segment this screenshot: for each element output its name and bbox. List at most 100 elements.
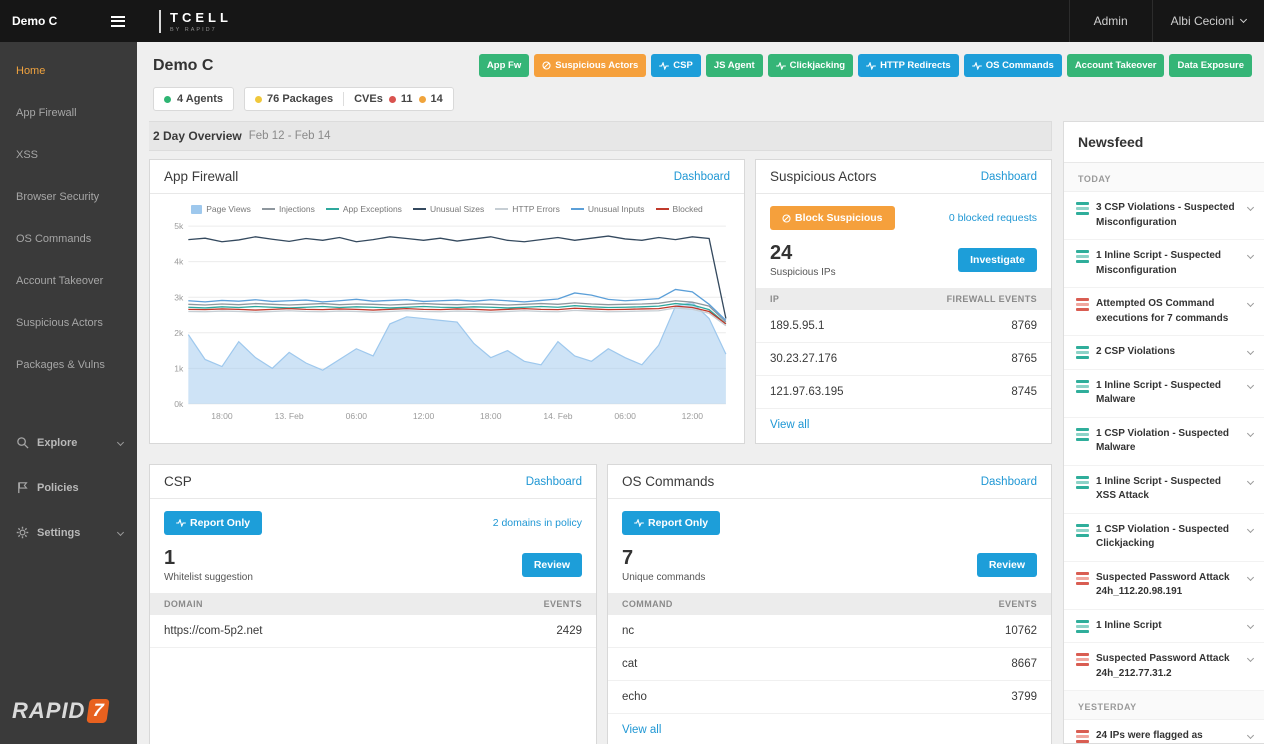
js-agent-button[interactable]: JS Agent [706,54,763,77]
table-row[interactable]: 121.97.63.1958745 [756,376,1051,409]
chevron-down-icon[interactable] [1247,525,1254,532]
chevron-down-icon[interactable] [1247,429,1254,436]
block-suspicious-button[interactable]: Block Suspicious [770,206,895,230]
newsfeed-item[interactable]: 1 Inline Script - Suspected Malware [1064,370,1264,418]
legend-item-unusual-sizes[interactable]: Unusual Sizes [413,204,484,214]
clickjacking-button[interactable]: Clickjacking [768,54,853,77]
unique-commands-count: 7 [622,547,705,570]
account-takeover-button[interactable]: Account Takeover [1067,54,1165,77]
chevron-down-icon[interactable] [1247,573,1254,580]
svg-text:06:00: 06:00 [614,411,636,421]
view-all-link[interactable]: View all [756,409,1051,441]
chevron-down-icon[interactable] [1247,300,1254,307]
event-icon [1076,730,1089,743]
chevron-down-icon[interactable] [1247,252,1254,259]
table-row[interactable]: cat8667 [608,648,1051,681]
newsfeed-item[interactable]: 1 CSP Violation - Suspected Clickjacking [1064,514,1264,562]
os-commands-card: OS Commands Dashboard Report Only 7 [607,464,1052,744]
suspicious-ips-count: 24 [770,242,836,265]
newsfeed-item[interactable]: 1 Inline Script - Suspected XSS Attack [1064,466,1264,514]
sidebar-item-browser-security[interactable]: Browser Security [0,176,137,218]
sidebar-item-packages-vulns[interactable]: Packages & Vulns [0,344,137,386]
legend-item-injections[interactable]: Injections [262,204,315,214]
legend-item-app-exceptions[interactable]: App Exceptions [326,204,402,214]
svg-text:18:00: 18:00 [480,411,502,421]
sidebar-item-home[interactable]: Home [0,50,137,92]
newsfeed-item[interactable]: Suspected Password Attack 24h_112.20.98.… [1064,562,1264,610]
table-row[interactable]: nc10762 [608,615,1051,648]
user-menu[interactable]: Albi Cecioni [1152,0,1264,42]
chevron-down-icon[interactable] [1247,655,1254,662]
app-fw-button[interactable]: App Fw [479,54,529,77]
newsfeed-item[interactable]: 1 CSP Violation - Suspected Malware [1064,418,1264,466]
report-only-button[interactable]: Report Only [622,511,720,535]
sidebar-item-account-takeover[interactable]: Account Takeover [0,260,137,302]
blocked-requests-link[interactable]: 0 blocked requests [949,212,1037,224]
pulse-icon [866,62,876,70]
agents-chip[interactable]: 4 Agents [153,87,234,111]
status-chips: 4 Agents 76 Packages CVEs 11 14 [137,85,1264,121]
sidebar-item-app-firewall[interactable]: App Firewall [0,92,137,134]
data-exposure-button[interactable]: Data Exposure [1169,54,1252,77]
event-icon [1076,202,1089,215]
investigate-button[interactable]: Investigate [958,248,1037,272]
report-only-button[interactable]: Report Only [164,511,262,535]
legend-item-http-errors[interactable]: HTTP Errors [495,204,560,214]
chevron-down-icon [117,529,124,536]
newsfeed-item[interactable]: 2 CSP Violations [1064,336,1264,370]
card-title: Suspicious Actors [770,169,877,184]
newsfeed-item[interactable]: Attempted OS Command executions for 7 co… [1064,288,1264,336]
table-row[interactable]: 30.23.27.1768765 [756,343,1051,376]
dashboard-link[interactable]: Dashboard [526,476,582,488]
chevron-down-icon [1240,16,1247,23]
review-button[interactable]: Review [977,553,1037,577]
newsfeed-item[interactable]: Suspected Password Attack 24h_212.77.31.… [1064,643,1264,691]
http-redirects-button[interactable]: HTTP Redirects [858,54,959,77]
chevron-down-icon[interactable] [1247,621,1254,628]
newsfeed-item[interactable]: 24 IPs were flagged as suspicious [1064,720,1264,743]
svg-text:12:00: 12:00 [413,411,435,421]
chevron-down-icon[interactable] [1247,477,1254,484]
table-row[interactable]: 189.5.95.18769 [756,310,1051,343]
chevron-down-icon[interactable] [1247,732,1254,739]
sidebar-item-explore[interactable]: Explore [0,420,137,465]
newsfeed-item[interactable]: 1 Inline Script - Suspected Misconfigura… [1064,240,1264,288]
svg-text:18:00: 18:00 [211,411,233,421]
page-title: Demo C [153,57,213,75]
menu-icon[interactable] [111,13,125,29]
whitelist-count: 1 [164,547,253,570]
sidebar-item-settings[interactable]: Settings [0,510,137,555]
chevron-down-icon[interactable] [1247,381,1254,388]
chevron-down-icon[interactable] [1247,348,1254,355]
divider [343,92,344,106]
table-row[interactable]: echo3799 [608,681,1051,714]
block-icon [542,61,551,70]
admin-link[interactable]: Admin [1069,0,1152,42]
event-icon [1076,476,1089,489]
newsfeed-item[interactable]: 3 CSP Violations - Suspected Misconfigur… [1064,192,1264,240]
chevron-down-icon[interactable] [1247,204,1254,211]
view-all-link[interactable]: View all [608,714,1051,744]
newsfeed-item[interactable]: 1 Inline Script [1064,610,1264,644]
sidebar-item-os-commands[interactable]: OS Commands [0,218,137,260]
review-button[interactable]: Review [522,553,582,577]
dashboard-link[interactable]: Dashboard [981,476,1037,488]
dashboard-link[interactable]: Dashboard [981,171,1037,183]
yellow-dot-icon [255,96,262,103]
domains-in-policy-link[interactable]: 2 domains in policy [493,517,582,529]
csp-button[interactable]: CSP [651,54,701,77]
cve-critical-count: 11 [401,93,413,105]
dashboard-link[interactable]: Dashboard [674,171,730,183]
legend-item-blocked[interactable]: Blocked [656,204,703,214]
suspicious-actors-button[interactable]: Suspicious Actors [534,54,646,77]
os-commands-table: COMMANDEVENTSnc10762cat8667echo3799 [608,593,1051,714]
legend-item-unusual-inputs[interactable]: Unusual Inputs [571,204,645,214]
table-row[interactable]: https://com-5p2.net2429 [150,615,596,648]
legend-item-page-views[interactable]: Page Views [191,204,251,214]
os-commands-button[interactable]: OS Commands [964,54,1062,77]
packages-cves-chip[interactable]: 76 Packages CVEs 11 14 [244,87,454,111]
sidebar-item-policies[interactable]: Policies [0,465,137,510]
sidebar-item-suspicious-actors[interactable]: Suspicious Actors [0,302,137,344]
sidebar-item-xss[interactable]: XSS [0,134,137,176]
metric: 24 Suspicious IPs [770,242,836,278]
